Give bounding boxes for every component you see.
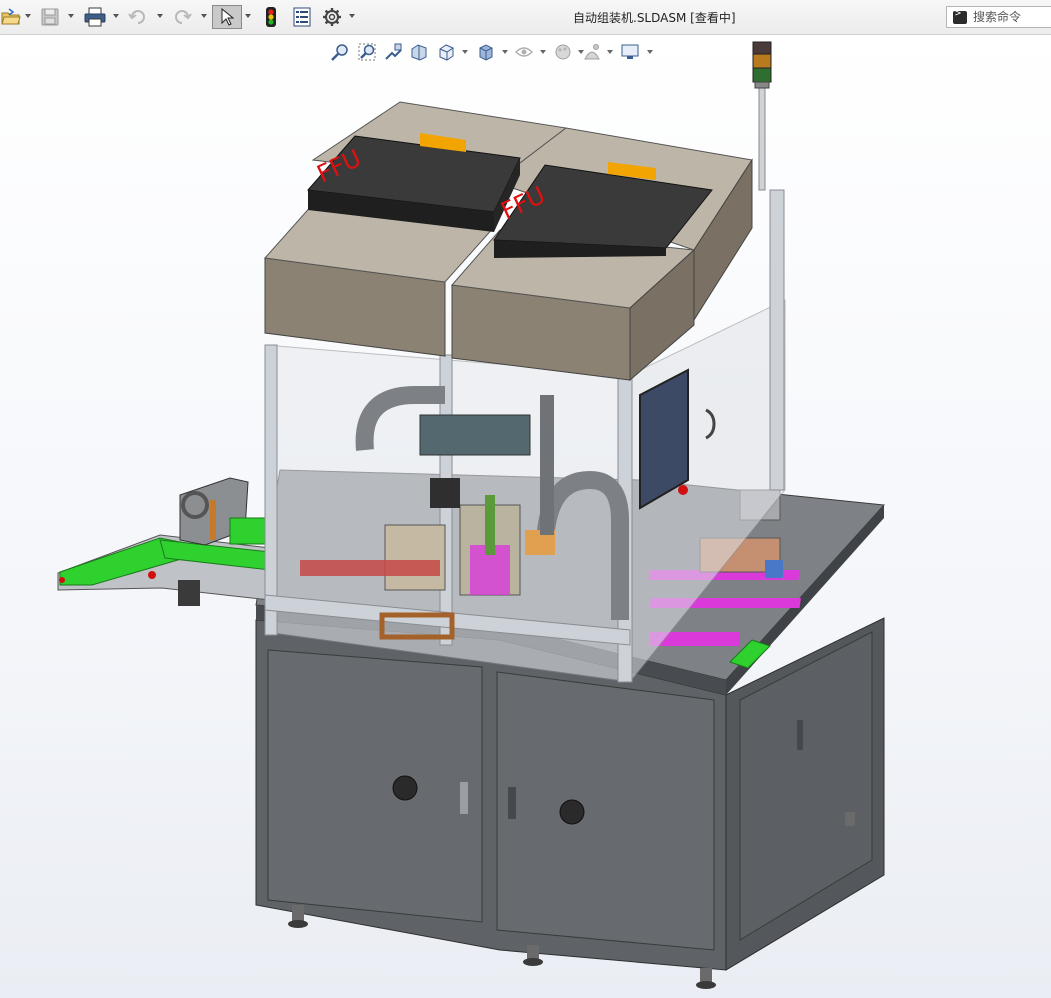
assembly-model[interactable]: FFU FFU	[0, 0, 1051, 998]
signal-tower	[752, 41, 772, 191]
infeed-conveyor	[57, 477, 271, 606]
ffu-housings	[264, 101, 753, 382]
